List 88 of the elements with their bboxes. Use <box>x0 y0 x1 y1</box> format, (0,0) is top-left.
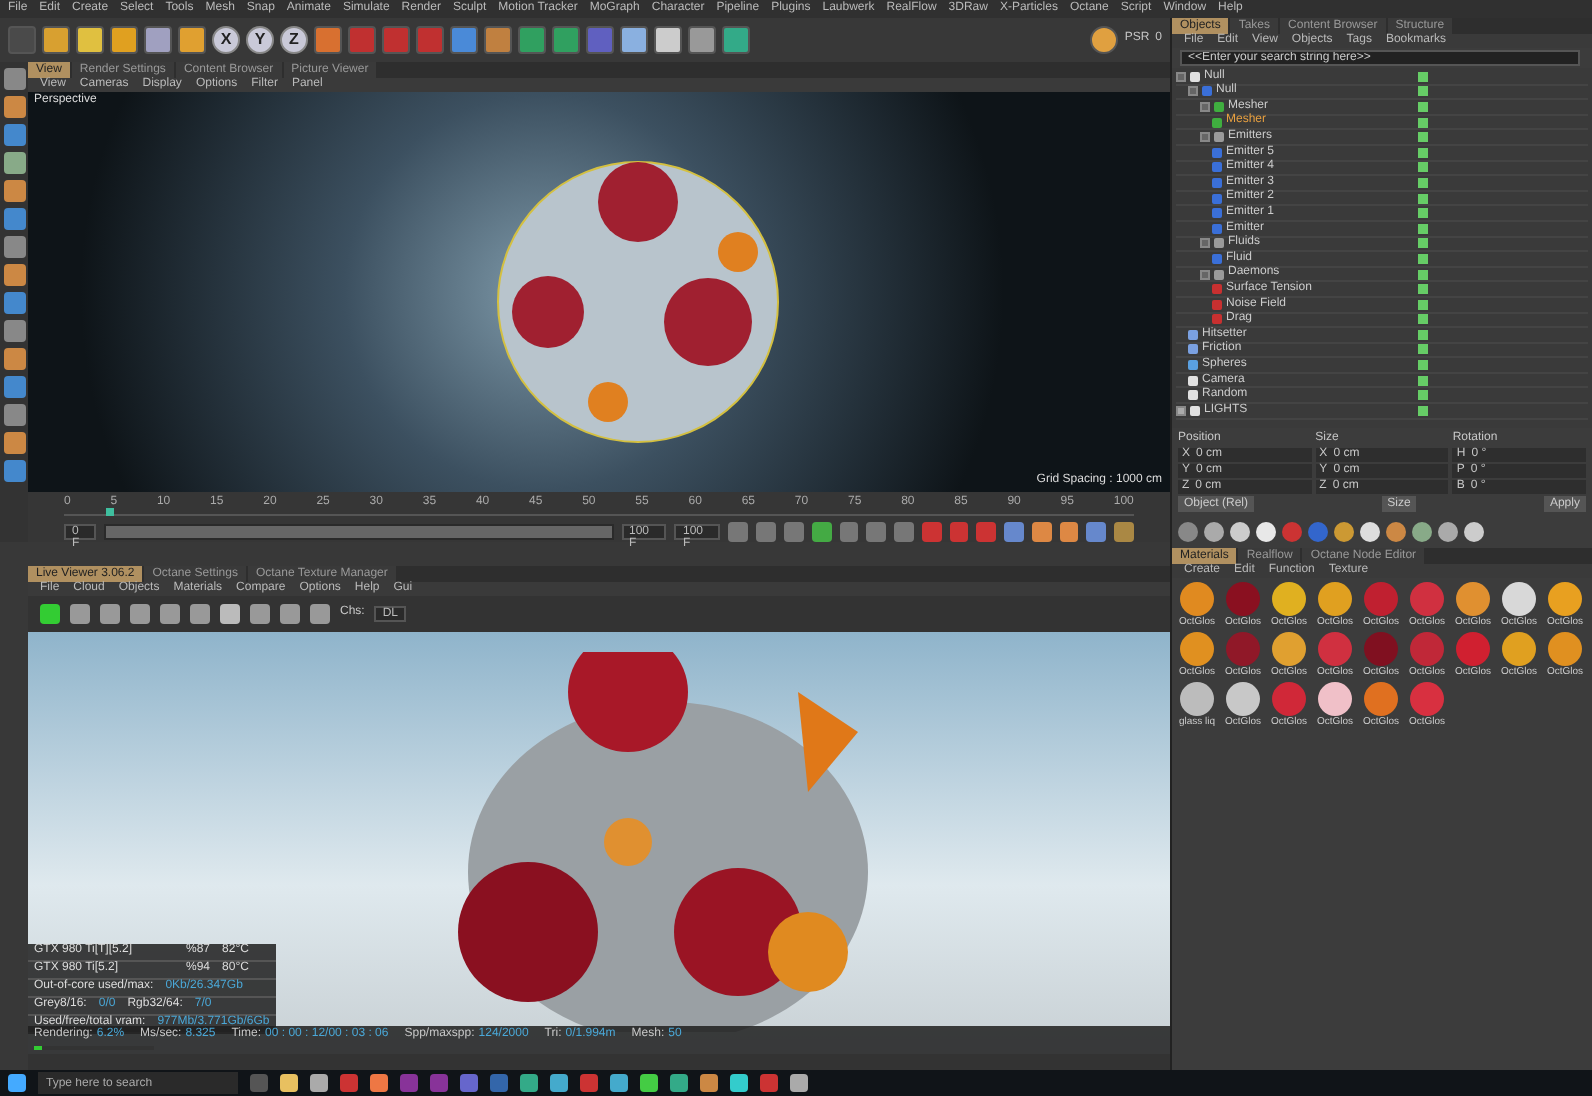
tool-button[interactable] <box>178 26 206 54</box>
material-swatch[interactable] <box>1272 682 1306 717</box>
tool-button[interactable] <box>450 26 478 54</box>
material-tool-button[interactable] <box>1412 522 1432 543</box>
tool-button[interactable] <box>42 26 70 54</box>
material-swatch[interactable] <box>1180 582 1214 617</box>
tool-button[interactable] <box>518 26 546 54</box>
tool-button[interactable] <box>3 180 25 202</box>
material-swatch[interactable] <box>1226 682 1260 717</box>
playback-button[interactable] <box>1059 522 1079 542</box>
material-swatch[interactable] <box>1318 582 1352 617</box>
tool-button[interactable] <box>654 26 682 54</box>
playback-button[interactable] <box>976 522 997 542</box>
tool-button[interactable] <box>3 124 25 146</box>
expander-icon[interactable] <box>1200 238 1210 249</box>
material-swatch[interactable] <box>1410 582 1444 617</box>
expander-icon[interactable] <box>1176 405 1186 416</box>
material-swatch[interactable] <box>1456 632 1490 667</box>
material-swatch[interactable] <box>1318 682 1352 717</box>
playback-button[interactable] <box>1004 522 1024 542</box>
material-swatch[interactable] <box>1548 632 1582 667</box>
material-tool-button[interactable] <box>1230 522 1250 543</box>
axis-button[interactable]: Z <box>280 26 308 54</box>
expander-icon[interactable] <box>1176 71 1186 82</box>
axis-button[interactable]: Y <box>246 26 274 54</box>
tool-button[interactable] <box>3 376 25 398</box>
playback-button[interactable] <box>866 522 887 542</box>
material-swatch[interactable] <box>1272 582 1306 617</box>
tool-button[interactable] <box>484 26 512 54</box>
windows-start-icon[interactable] <box>8 1074 26 1092</box>
tool-button[interactable] <box>3 152 25 174</box>
material-swatch[interactable] <box>1180 632 1214 667</box>
material-swatch[interactable] <box>1410 682 1444 717</box>
material-swatch[interactable] <box>1364 582 1398 617</box>
material-tool-button[interactable] <box>1256 522 1276 543</box>
material-swatch[interactable] <box>1410 632 1444 667</box>
material-tool-button[interactable] <box>1438 522 1458 543</box>
tool-button[interactable] <box>3 348 25 370</box>
tool-button[interactable] <box>110 26 138 54</box>
material-swatch[interactable] <box>1502 582 1536 617</box>
material-tool-button[interactable] <box>1334 522 1354 543</box>
expander-icon[interactable] <box>1188 86 1198 97</box>
material-swatch[interactable] <box>1364 632 1398 667</box>
tool-button[interactable] <box>3 292 25 314</box>
playhead[interactable] <box>106 508 115 516</box>
material-swatch[interactable] <box>1548 582 1582 617</box>
expander-icon[interactable] <box>1200 132 1210 143</box>
material-swatch[interactable] <box>1226 582 1260 617</box>
material-swatch[interactable] <box>1272 632 1306 667</box>
tool-button[interactable] <box>3 404 25 426</box>
tool-button[interactable] <box>688 26 716 54</box>
playback-button[interactable] <box>894 522 914 542</box>
playback-button[interactable] <box>1114 522 1134 542</box>
playback-button[interactable] <box>949 522 969 542</box>
playback-button[interactable] <box>1086 522 1107 542</box>
material-tool-button[interactable] <box>1464 522 1484 543</box>
material-swatch[interactable] <box>1364 682 1398 717</box>
tool-button[interactable] <box>3 432 25 454</box>
material-tool-button[interactable] <box>1386 522 1406 543</box>
tool-button[interactable] <box>3 208 25 230</box>
playback-button[interactable] <box>728 522 749 542</box>
s-icon[interactable] <box>1090 26 1119 54</box>
tool-button[interactable] <box>3 96 25 118</box>
tool-button[interactable] <box>314 26 342 54</box>
tool-button[interactable] <box>722 26 750 54</box>
tool-button[interactable] <box>3 264 25 286</box>
tool-button[interactable] <box>3 236 25 258</box>
tool-button[interactable] <box>3 68 25 90</box>
tool-button[interactable] <box>620 26 648 54</box>
material-swatch[interactable] <box>1226 632 1260 667</box>
material-swatch[interactable] <box>1318 632 1352 667</box>
expander-icon[interactable] <box>1200 101 1210 112</box>
axis-button[interactable]: X <box>212 26 240 54</box>
material-swatch[interactable] <box>1180 682 1214 717</box>
playback-button[interactable] <box>921 522 942 542</box>
tool-button[interactable] <box>552 26 580 54</box>
playback-button[interactable] <box>839 522 859 542</box>
material-swatch[interactable] <box>1502 632 1536 667</box>
playback-button[interactable] <box>1031 522 1052 542</box>
material-tool-button[interactable] <box>1204 522 1224 543</box>
tool-button[interactable] <box>144 26 172 54</box>
material-swatch[interactable] <box>1456 582 1490 617</box>
tool-button[interactable] <box>3 320 25 342</box>
material-tool-button[interactable] <box>1360 522 1380 543</box>
playback-button[interactable] <box>811 522 832 542</box>
expander-icon[interactable] <box>1200 269 1210 280</box>
tool-button[interactable] <box>3 460 25 482</box>
tool-button[interactable] <box>76 26 104 54</box>
